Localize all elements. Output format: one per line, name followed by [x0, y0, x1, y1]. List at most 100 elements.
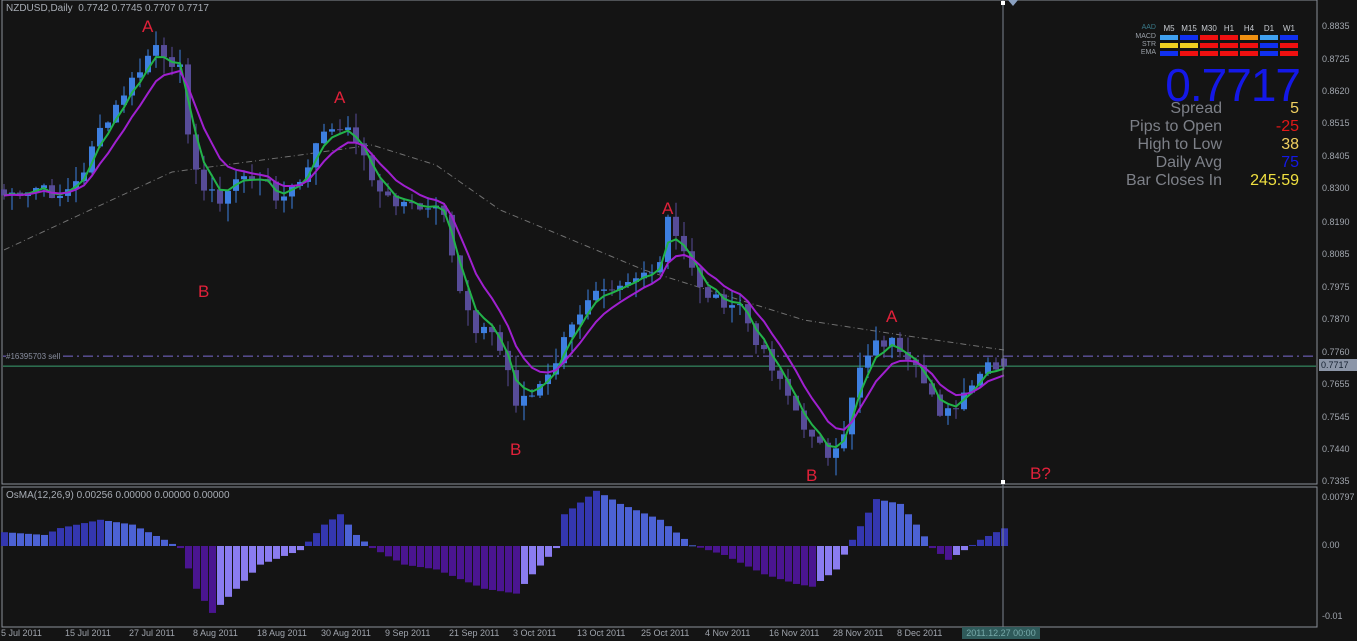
stat-value: 5 [1290, 100, 1299, 117]
osma-bar [393, 546, 400, 561]
time-axis-label: 28 Nov 2011 [833, 628, 884, 638]
wave-annotation: B [198, 282, 210, 302]
signal-cell [1220, 43, 1238, 48]
signal-row-label: STR [1142, 41, 1156, 48]
moving-averages [3, 56, 1005, 449]
osma-axis-label: 0.00 [1322, 540, 1340, 550]
osma-bar [657, 519, 664, 546]
osma-bar [505, 546, 512, 593]
stat-label: Spread [1170, 100, 1222, 117]
osma-bar [1, 532, 8, 546]
osma-bar [625, 507, 632, 546]
candle-body [1001, 358, 1007, 367]
signal-cell [1260, 35, 1278, 40]
osma-bar [849, 539, 856, 546]
time-axis-label: 5 Jul 2011 [1, 628, 42, 638]
osma-bar [425, 546, 432, 569]
candle-body [945, 408, 951, 416]
horizontal-lines [3, 355, 1316, 367]
signal-cell [1200, 35, 1218, 40]
osma-bar [593, 490, 600, 546]
osma-bar [729, 546, 736, 559]
candle-body [865, 355, 871, 368]
stat-label: Daily Avg [1155, 154, 1222, 171]
timeframe-header: W1 [1283, 24, 1295, 33]
candle-body [281, 196, 287, 201]
stat-label: Pips to Open [1129, 118, 1223, 135]
osma-bar [489, 546, 496, 590]
osma-bar [433, 546, 440, 570]
osma-bar [9, 532, 16, 546]
vline-handle-top[interactable] [1001, 1, 1005, 5]
signal-cell [1160, 35, 1178, 40]
osma-bar [689, 545, 696, 547]
signal-cell [1180, 51, 1198, 56]
osma-bar [209, 546, 216, 613]
osma-bar [49, 531, 56, 546]
osma-bar [601, 495, 608, 546]
time-axis-label: 21 Sep 2011 [449, 628, 500, 638]
osma-bar [497, 546, 504, 592]
osma-bar [937, 546, 944, 554]
osma-bar [481, 546, 488, 589]
osma-bar [369, 546, 376, 549]
price-axis-label: 0.7545 [1322, 412, 1350, 423]
osma-bar [793, 546, 800, 584]
candle-body [665, 216, 671, 263]
time-axis-label: 30 Aug 2011 [321, 628, 371, 638]
candle-body [873, 340, 879, 356]
osma-bar [585, 496, 592, 546]
osma-bar [553, 546, 560, 549]
osma-bar [993, 532, 1000, 546]
osma-bar [121, 523, 128, 546]
main-pane-border [1, 0, 1318, 485]
osma-bar [25, 533, 32, 546]
signal-cell [1280, 43, 1298, 48]
osma-bar [281, 546, 288, 556]
osma-bar [41, 534, 48, 546]
chart-canvas[interactable] [0, 0, 1357, 641]
candle-body [601, 289, 607, 291]
osma-bar [185, 546, 192, 569]
wave-annotation: A [334, 88, 346, 108]
candle-body [225, 190, 231, 204]
osma-bar [529, 546, 536, 575]
candle-body [833, 448, 839, 458]
price-axis-label: 0.8515 [1322, 118, 1350, 129]
candle-body [217, 189, 223, 204]
osma-bar [897, 503, 904, 546]
price-axis-label: 0.7335 [1322, 476, 1350, 486]
candle-body [337, 129, 343, 131]
fast-ma-line [3, 56, 1005, 449]
signal-cell [1160, 51, 1178, 56]
osma-bar [537, 546, 544, 566]
osma-bar [241, 546, 248, 581]
chart-title: NZDUSD,Daily 0.7742 0.7745 0.7707 0.7717 [6, 3, 209, 14]
signal-cell [1180, 43, 1198, 48]
stat-value: 75 [1281, 154, 1299, 171]
stat-value: 245:59 [1250, 172, 1299, 189]
osma-bar [137, 528, 144, 546]
signal-cell [1240, 43, 1258, 48]
price-axis-label: 0.7870 [1322, 313, 1350, 324]
osma-bar [721, 546, 728, 555]
osma-bar [801, 546, 808, 586]
current-time-tag: 2011.12.27 00:00 [962, 627, 1040, 639]
osma-bar [913, 524, 920, 546]
time-axis-label: 15 Jul 2011 [65, 628, 111, 638]
osma-bar [377, 546, 384, 553]
osma-bar [753, 546, 760, 571]
candle-body [105, 122, 111, 128]
vline-handle-bottom[interactable] [1001, 480, 1005, 484]
candle-body [881, 340, 887, 347]
osma-bar [985, 535, 992, 546]
osma-bar [513, 546, 520, 594]
osma-bar [857, 526, 864, 546]
candle-body [401, 201, 407, 207]
osma-bar [449, 546, 456, 576]
osma-bar [385, 546, 392, 557]
chart-shift-marker-icon[interactable] [1008, 0, 1018, 6]
osma-bar [177, 546, 184, 549]
candle-body [321, 131, 327, 144]
wave-annotation: A [662, 199, 674, 218]
